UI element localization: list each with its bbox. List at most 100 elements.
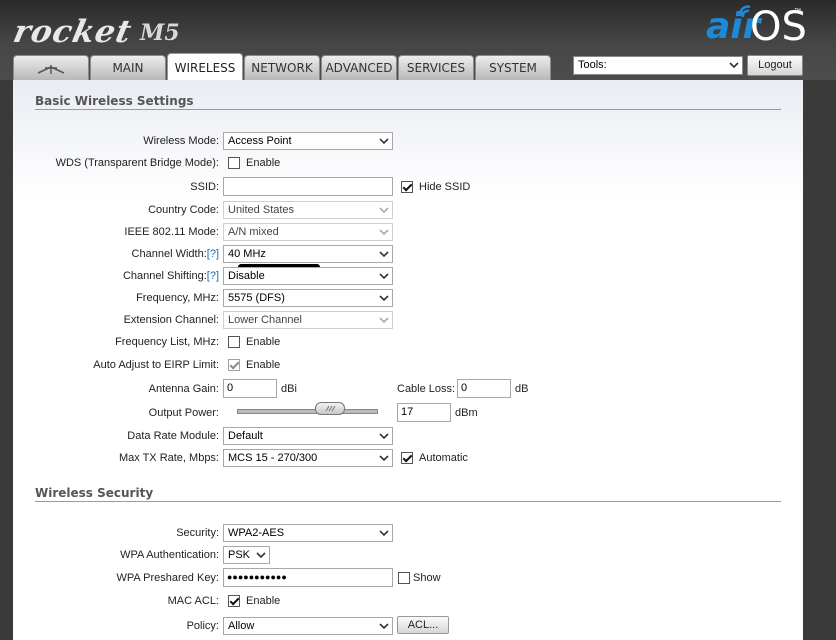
frequency-list-enable-label: Enable: [246, 336, 281, 348]
cable-loss-input[interactable]: 0: [457, 379, 511, 398]
extension-channel-select: Lower Channel: [223, 311, 393, 329]
chevron-down-icon: [379, 317, 389, 324]
product-logo: rocket: [10, 14, 136, 50]
mac-acl-label: MAC ACL:: [167, 595, 219, 607]
chevron-down-icon: [379, 229, 389, 236]
antenna-gain-unit: dBi: [281, 383, 297, 395]
policy-select[interactable]: Allow: [223, 617, 393, 635]
tab-system[interactable]: SYSTEM: [475, 55, 551, 80]
show-key-label: Show: [413, 572, 441, 584]
channel-shifting-label: Channel Shifting:[?]: [123, 270, 219, 282]
tab-services[interactable]: SERVICES: [398, 55, 474, 80]
ieee-mode-label: IEEE 802.11 Mode:: [124, 226, 219, 238]
channel-shifting-select[interactable]: Disable: [223, 267, 393, 285]
chevron-down-icon: [379, 455, 389, 462]
automatic-rate-label: Automatic: [419, 452, 468, 464]
frequency-select[interactable]: 5575 (DFS): [223, 289, 393, 307]
output-power-unit: dBm: [455, 407, 478, 419]
security-value: WPA2-AES: [228, 527, 285, 539]
mac-acl-checkbox[interactable]: [228, 595, 240, 607]
wds-enable-checkbox[interactable]: [228, 157, 240, 169]
frequency-value: 5575 (DFS): [228, 292, 285, 304]
wpa-authentication-label: WPA Authentication:: [120, 549, 219, 561]
country-code-select: United States: [223, 201, 393, 219]
output-power-input[interactable]: 17: [397, 403, 451, 422]
country-code-label: Country Code:: [148, 204, 219, 216]
max-tx-rate-value: MCS 15 - 270/300: [228, 452, 318, 464]
wpa-preshared-key-input[interactable]: ●●●●●●●●●●●: [223, 568, 393, 587]
header-bar: rocket M5 air OS ™ MAIN WIRELESS NETWORK…: [0, 0, 836, 82]
automatic-rate-checkbox[interactable]: [401, 452, 413, 464]
chevron-down-icon: [379, 251, 389, 258]
data-rate-module-value: Default: [228, 430, 263, 442]
tab-ubiquiti-home[interactable]: [13, 55, 89, 80]
basic-wireless-title: Basic Wireless Settings: [35, 94, 194, 108]
extension-channel-value: Lower Channel: [228, 314, 302, 326]
wireless-mode-label: Wireless Mode:: [143, 135, 219, 147]
frequency-label: Frequency, MHz:: [136, 292, 219, 304]
channel-width-label: Channel Width:[?]: [132, 248, 219, 260]
antenna-gain-input[interactable]: 0: [223, 379, 277, 398]
output-power-slider-thumb[interactable]: [315, 402, 345, 415]
trademark-mark: ™: [794, 8, 801, 15]
data-rate-module-label: Data Rate Module:: [127, 430, 219, 442]
chevron-down-icon: [379, 273, 389, 280]
wpa-authentication-select[interactable]: PSK: [223, 546, 270, 564]
wireless-mode-select[interactable]: Access Point: [223, 132, 393, 150]
antenna-gain-label: Antenna Gain:: [148, 383, 219, 395]
channel-width-label-text: Channel Width:: [131, 248, 207, 260]
chevron-down-icon: [256, 552, 266, 559]
max-tx-rate-label: Max TX Rate, Mbps:: [118, 452, 219, 464]
chevron-down-icon: [729, 62, 739, 69]
output-power-label: Output Power:: [148, 407, 219, 419]
hide-ssid-label: Hide SSID: [419, 181, 471, 193]
product-model: M5: [140, 20, 180, 46]
channel-width-select[interactable]: 40 MHz: [223, 245, 393, 263]
tools-select[interactable]: Tools:: [573, 56, 743, 75]
frequency-list-label: Frequency List, MHz:: [115, 336, 219, 348]
chevron-down-icon: [379, 295, 389, 302]
output-power-slider-track[interactable]: [237, 409, 378, 414]
wpa-authentication-value: PSK: [228, 549, 251, 561]
chevron-down-icon: [379, 138, 389, 145]
section-divider: [35, 109, 781, 110]
grip-icon: [325, 405, 336, 412]
show-key-checkbox[interactable]: [398, 572, 410, 584]
cable-loss-unit: dB: [515, 383, 529, 395]
channel-shifting-help-link[interactable]: [?]: [207, 270, 219, 282]
ubiquiti-logo-icon: [37, 64, 65, 74]
channel-width-help-link[interactable]: [?]: [207, 248, 219, 260]
chevron-down-icon: [379, 207, 389, 214]
wireless-settings-panel: Basic Wireless Settings Wireless Mode: A…: [13, 80, 803, 640]
chevron-down-icon: [379, 623, 389, 630]
section-divider: [35, 501, 781, 502]
wireless-security-title: Wireless Security: [35, 486, 154, 500]
hide-ssid-checkbox[interactable]: [401, 181, 413, 193]
chevron-down-icon: [379, 530, 389, 537]
tab-advanced[interactable]: ADVANCED: [321, 55, 397, 80]
ssid-input[interactable]: [223, 177, 393, 196]
extension-channel-label: Extension Channel:: [123, 314, 219, 326]
logout-button[interactable]: Logout: [747, 55, 803, 76]
tab-wireless[interactable]: WIRELESS: [167, 53, 243, 82]
policy-value: Allow: [228, 620, 255, 632]
chevron-down-icon: [379, 433, 389, 440]
channel-shifting-label-text: Channel Shifting:: [122, 270, 207, 282]
acl-button[interactable]: ACL...: [397, 616, 449, 634]
wds-label: WDS (Transparent Bridge Mode):: [55, 157, 219, 169]
cable-loss-label: Cable Loss:: [397, 383, 456, 395]
country-code-value: United States: [228, 204, 295, 216]
wireless-mode-value: Access Point: [228, 135, 292, 147]
security-select[interactable]: WPA2-AES: [223, 524, 393, 542]
channel-width-value: 40 MHz: [228, 248, 266, 260]
max-tx-rate-select[interactable]: MCS 15 - 270/300: [223, 449, 393, 467]
auto-eirp-checkbox[interactable]: [228, 359, 240, 371]
tab-main[interactable]: MAIN: [90, 55, 166, 80]
ieee-mode-value: A/N mixed: [228, 226, 279, 238]
frequency-list-checkbox[interactable]: [228, 336, 240, 348]
channel-shifting-value: Disable: [228, 270, 265, 282]
auto-eirp-label: Auto Adjust to EIRP Limit:: [93, 359, 219, 371]
wds-enable-label: Enable: [246, 157, 281, 169]
data-rate-module-select[interactable]: Default: [223, 427, 393, 445]
tab-network[interactable]: NETWORK: [244, 55, 320, 80]
